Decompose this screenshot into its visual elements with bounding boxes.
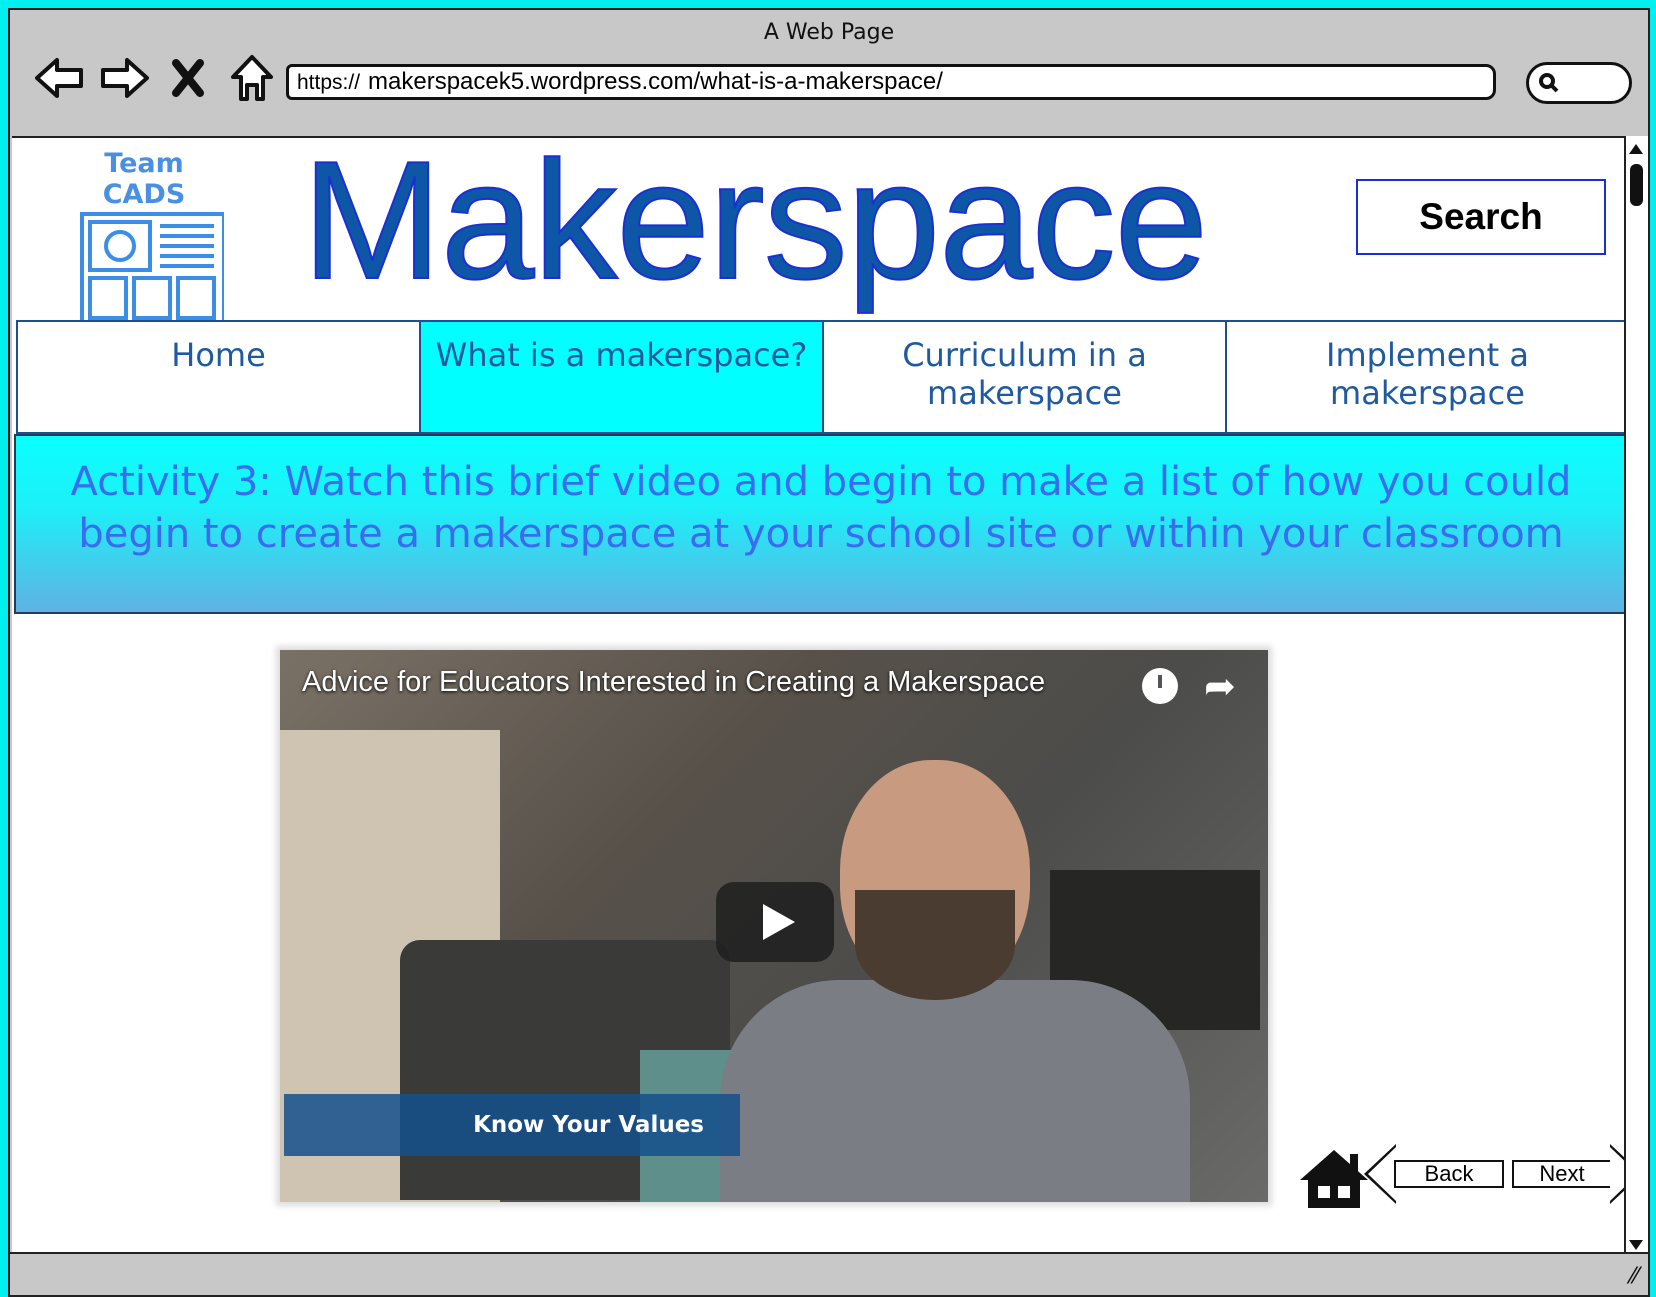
scroll-thumb[interactable]: [1630, 164, 1643, 206]
vertical-scrollbar[interactable]: [1624, 136, 1648, 1258]
main-nav: Home What is a makerspace? Curriculum in…: [16, 320, 1630, 434]
layout-logo-icon: [80, 212, 226, 328]
browser-nav-icons: [32, 50, 280, 106]
home-icon[interactable]: [224, 50, 280, 106]
logo-text: Team CADS: [102, 148, 186, 210]
activity-banner: Activity 3: Watch this brief video and b…: [14, 434, 1628, 614]
tab-home[interactable]: Home: [18, 322, 421, 432]
resize-grip-icon[interactable]: ⁄⁄: [1631, 1264, 1638, 1289]
video-frame-beard: [855, 890, 1015, 1000]
scroll-down-icon[interactable]: [1629, 1240, 1643, 1250]
window-title: A Web Page: [763, 20, 895, 45]
tab-what-is-a-makerspace[interactable]: What is a makerspace?: [421, 322, 824, 432]
video-player[interactable]: Advice for Educators Interested in Creat…: [280, 650, 1268, 1202]
tab-implement[interactable]: Implement a makerspace: [1227, 322, 1628, 432]
site-title: Makerspace: [301, 136, 1209, 314]
next-button[interactable]: Next: [1512, 1160, 1612, 1188]
back-arrow-icon[interactable]: [32, 50, 88, 106]
video-frame-person-body: [720, 980, 1190, 1202]
url-prefix: https://: [297, 71, 361, 94]
play-button[interactable]: [716, 882, 834, 962]
browser-search-field[interactable]: [1526, 62, 1632, 104]
home-button-icon[interactable]: [1296, 1146, 1372, 1214]
browser-window: A Web Page https:// makerspacek5.wordpres…: [8, 8, 1650, 1297]
page-content: Team CADS Makerspace Search Home What is…: [12, 136, 1634, 1260]
back-button[interactable]: Back: [1394, 1160, 1504, 1188]
search-button[interactable]: Search: [1356, 179, 1606, 255]
scroll-up-icon[interactable]: [1629, 144, 1643, 154]
magnifier-icon: [1539, 73, 1559, 93]
url-text: makerspacek5.wordpress.com/what-is-a-mak…: [368, 68, 943, 95]
video-title[interactable]: Advice for Educators Interested in Creat…: [302, 666, 1045, 699]
video-caption: Know Your Values: [284, 1094, 740, 1156]
forward-arrow-icon[interactable]: [96, 50, 152, 106]
back-arrow-fill: [1368, 1147, 1396, 1201]
address-bar[interactable]: https:// makerspacek5.wordpress.com/what-…: [286, 64, 1496, 100]
stop-icon[interactable]: [160, 50, 216, 106]
status-bar: ⁄⁄: [10, 1252, 1648, 1295]
logo[interactable]: Team CADS: [64, 148, 226, 336]
tab-curriculum[interactable]: Curriculum in a makerspace: [824, 322, 1227, 432]
watch-later-icon[interactable]: [1142, 668, 1178, 704]
share-icon[interactable]: ➦: [1204, 664, 1236, 708]
